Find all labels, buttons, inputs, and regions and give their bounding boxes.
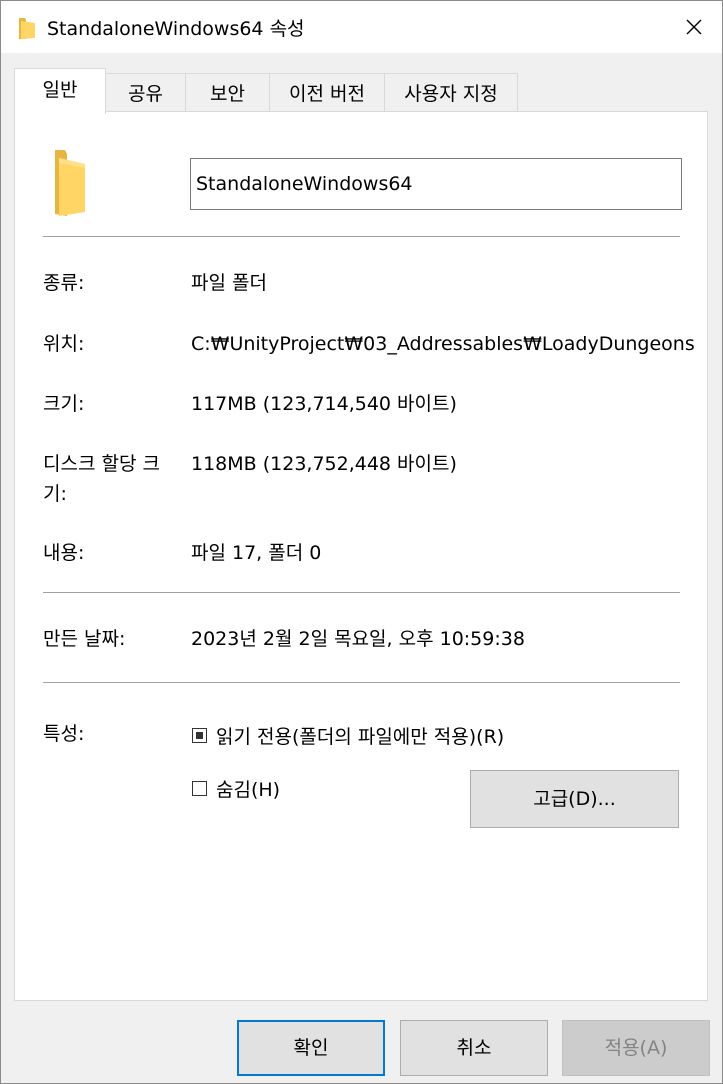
tab-strip: 일반 공유 보안 이전 버전 사용자 지정 [1,53,722,114]
created-label: 만든 날짜: [43,628,126,650]
readonly-checkbox[interactable] [192,728,207,743]
attributes-label: 특성: [43,723,85,745]
size-value: 117MB (123,714,540 바이트) [191,393,457,415]
window-title: StandaloneWindows64 속성 [47,18,305,40]
size-label: 크기: [43,393,85,415]
size-on-disk-value: 118MB (123,752,448 바이트) [191,453,457,475]
created-value: 2023년 2월 2일 목요일, 오후 10:59:38 [191,628,525,650]
readonly-label[interactable]: 읽기 전용(폴더의 파일에만 적용)(R) [216,722,504,752]
advanced-button[interactable]: 고급(D)... [470,770,679,828]
tab-general[interactable]: 일반 [14,68,106,114]
tab-sharing[interactable]: 공유 [105,73,186,111]
divider [43,592,680,593]
close-button[interactable] [667,1,722,53]
hidden-label[interactable]: 숨김(H) [216,775,280,805]
close-icon [686,19,702,35]
folder-icon [55,150,85,216]
location-label: 위치: [43,333,85,355]
ok-button[interactable]: 확인 [237,1020,385,1076]
contents-label: 내용: [43,542,85,564]
tab-previous-versions[interactable]: 이전 버전 [269,73,385,111]
cancel-button[interactable]: 취소 [400,1020,548,1076]
divider [43,236,680,237]
size-on-disk-label: 디스크 할당 크기: [43,453,160,505]
location-value: C:₩UnityProject₩03_Addressables₩LoadyDun… [191,333,695,355]
folder-icon [19,18,35,39]
apply-button[interactable]: 적용(A) [562,1020,710,1076]
divider [43,682,680,683]
contents-value: 파일 17, 폴더 0 [191,542,322,564]
title-bar: StandaloneWindows64 속성 [1,1,722,53]
folder-name-input[interactable] [190,158,682,210]
tab-customize[interactable]: 사용자 지정 [384,73,518,111]
general-panel: 종류: 파일 폴더 위치: C:₩UnityProject₩03_Address… [14,111,708,1001]
properties-dialog: StandaloneWindows64 속성 일반 공유 보안 이전 버전 사용… [0,0,723,1084]
type-value: 파일 폴더 [191,272,267,294]
hidden-checkbox[interactable] [192,781,207,796]
type-label: 종류: [43,272,85,294]
tab-security[interactable]: 보안 [185,73,270,111]
